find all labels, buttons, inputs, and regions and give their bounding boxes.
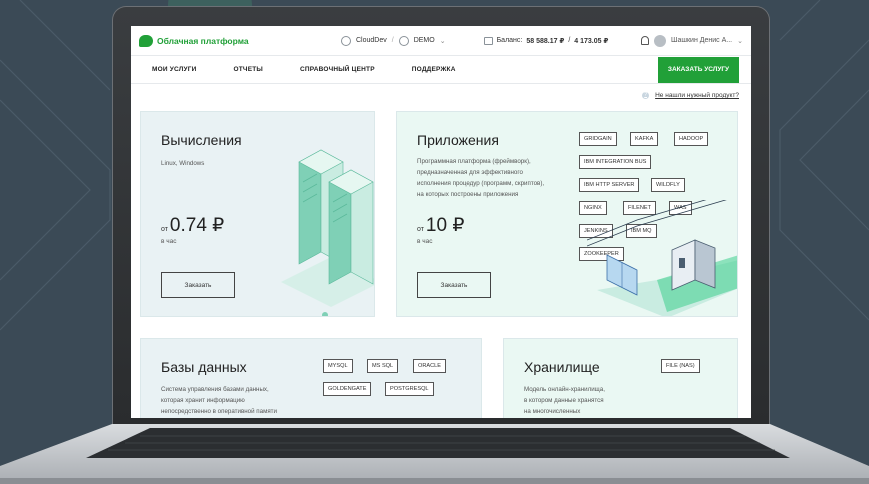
card-db-desc-line: Система управления базами данных,	[161, 386, 269, 393]
nav-my-services[interactable]: МОИ УСЛУГИ	[152, 66, 197, 73]
tag-ibm-http-server[interactable]: IBM HTTP SERVER	[579, 178, 640, 192]
tag-kafka[interactable]: KAFKA	[630, 132, 659, 146]
bell-icon[interactable]	[641, 36, 650, 45]
servers-illustration	[281, 149, 374, 316]
card-apps-desc-line: исполнения процедур (программ, скриптов)…	[417, 180, 545, 187]
help-link-text[interactable]: Не нашли нужный продукт?	[655, 92, 739, 99]
project-selector[interactable]: CloudDev / DEMO ⌄	[341, 35, 446, 46]
card-compute-title: Вычисления	[161, 132, 242, 148]
balance-second: 4 173.05 ₽	[574, 37, 609, 45]
tag-wildfly[interactable]: WILDFLY	[651, 178, 685, 192]
nav-support[interactable]: ПОДДЕРЖКА	[412, 66, 456, 73]
tag-ms-sql[interactable]: MS SQL	[367, 359, 399, 373]
card-apps-order-button[interactable]: Заказать	[417, 272, 491, 298]
card-databases[interactable]: Базы данных Система управления базами да…	[140, 338, 482, 418]
workspace-illustration	[587, 200, 737, 316]
card-apps-description: Программная платформа (фреймворк), предн…	[417, 156, 587, 200]
laptop-keyboard-base	[0, 424, 869, 484]
balance-value: 58 588.17 ₽	[526, 37, 565, 45]
card-compute[interactable]: Вычисления Linux, Windows от 0.74 ₽ в ча…	[140, 111, 375, 317]
logo-text: Облачная платформа	[157, 35, 249, 46]
tag-postgresql[interactable]: POSTGRESQL	[385, 382, 434, 396]
logo-icon	[139, 34, 153, 47]
card-storage-desc-line: на многочисленных	[524, 408, 581, 415]
project-name: CloudDev	[356, 37, 387, 44]
tag-oracle[interactable]: ORACLE	[413, 359, 447, 373]
screen: Облачная платформа CloudDev / DEMO ⌄ Бал…	[131, 26, 751, 418]
card-apps-desc-line: Программная платформа (фреймворк),	[417, 158, 531, 165]
nav-reports[interactable]: ОТЧЕТЫ	[234, 66, 263, 73]
question-icon: ?	[642, 92, 650, 99]
card-db-desc-line: непосредственно в оперативной памяти	[161, 408, 277, 415]
card-apps-price: 10 ₽	[425, 215, 465, 236]
tag-gridgain[interactable]: GRIDGAIN	[579, 132, 617, 146]
balance-separator: /	[568, 37, 571, 44]
card-apps-from: от	[417, 226, 424, 233]
card-compute-per: в час	[161, 238, 177, 245]
env-gear-icon	[398, 35, 409, 46]
card-db-desc-line: которая хранит информацию	[161, 397, 245, 404]
logo[interactable]: Облачная платформа	[139, 34, 339, 47]
top-bar: Облачная платформа CloudDev / DEMO ⌄ Бал…	[131, 26, 751, 56]
card-compute-subtitle: Linux, Windows	[161, 160, 205, 167]
env-name: DEMO	[413, 37, 435, 44]
wallet-icon	[483, 36, 493, 45]
card-storage[interactable]: Хранилище Модель онлайн-хранилища, в кот…	[503, 338, 738, 418]
card-apps[interactable]: Приложения Программная платформа (фреймв…	[396, 111, 738, 317]
tag-goldengate[interactable]: GOLDENGATE	[323, 382, 372, 396]
card-db-description: Система управления базами данных, котора…	[161, 384, 331, 417]
tag-mysql[interactable]: MYSQL	[323, 359, 353, 373]
card-apps-desc-line: на которых построены приложения	[417, 191, 519, 198]
avatar	[654, 34, 667, 47]
project-gear-icon	[341, 35, 351, 46]
card-storage-title: Хранилище	[524, 359, 600, 375]
main-nav: МОИ УСЛУГИ ОТЧЕТЫ СПРАВОЧНЫЙ ЦЕНТР ПОДДЕ…	[131, 56, 751, 84]
order-service-button[interactable]: ЗАКАЗАТЬ УСЛУГУ	[658, 56, 739, 83]
card-db-title: Базы данных	[161, 359, 247, 375]
card-apps-price-line: от 10 ₽	[417, 214, 464, 237]
chevron-down-icon: ⌄	[439, 37, 446, 45]
user-menu[interactable]: Шашкин Денис А... ⌄	[641, 34, 743, 47]
tag-hadoop[interactable]: HADOOP	[674, 132, 709, 146]
card-compute-order-button[interactable]: Заказать	[161, 272, 235, 298]
balance: Баланс: 58 588.17 ₽ / 4 173.05 ₽	[483, 36, 609, 45]
card-compute-price-line: от 0.74 ₽	[161, 214, 224, 237]
card-compute-from: от	[161, 226, 168, 233]
tag-ibm-integration-bus[interactable]: IBM INTEGRATION BUS	[579, 155, 652, 169]
card-apps-title: Приложения	[417, 132, 499, 148]
card-apps-desc-line: предназначенная для эффективного	[417, 169, 523, 176]
user-name: Шашкин Денис А...	[671, 37, 733, 44]
help-link[interactable]: ? Не нашли нужный продукт?	[642, 92, 739, 99]
card-compute-price: 0.74 ₽	[169, 215, 225, 236]
project-separator: /	[391, 37, 394, 44]
tag-file-nas[interactable]: FILE (NAS)	[661, 359, 700, 373]
card-storage-desc-line: Модель онлайн-хранилища,	[524, 386, 605, 393]
nav-help-center[interactable]: СПРАВОЧНЫЙ ЦЕНТР	[300, 66, 375, 73]
card-storage-desc-line: в котором данные хранятся	[524, 397, 604, 404]
balance-label: Баланс:	[496, 37, 523, 44]
user-chevron-icon: ⌄	[737, 37, 743, 45]
card-storage-description: Модель онлайн-хранилища, в котором данны…	[524, 384, 674, 417]
card-apps-per: в час	[417, 238, 433, 245]
